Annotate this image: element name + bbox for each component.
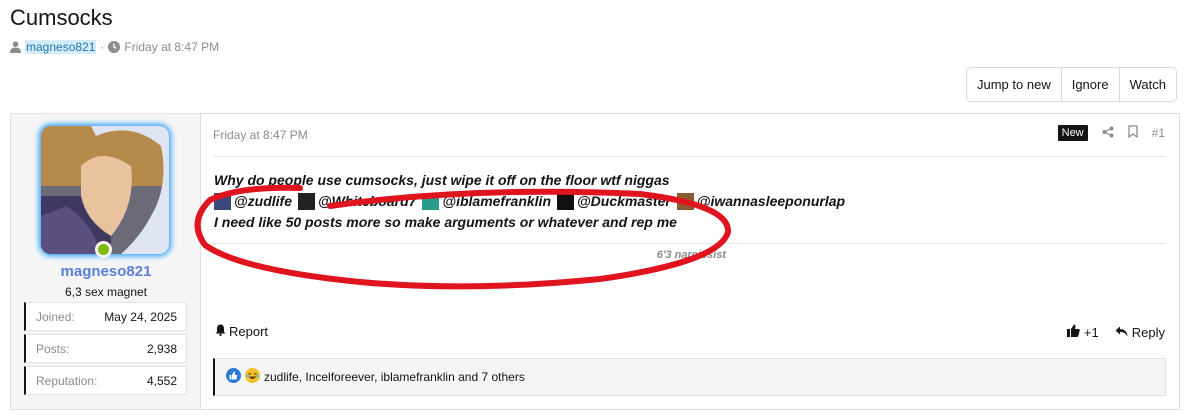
like-reaction-icon <box>226 368 241 386</box>
mention-avatar <box>214 193 231 210</box>
reply-button[interactable]: Reply <box>1115 325 1165 340</box>
stat-posts: Posts: 2,938 <box>24 334 187 363</box>
post-line: I need like 50 posts more so make argume… <box>214 214 677 230</box>
clock-icon <box>108 41 121 53</box>
user-icon <box>10 41 21 53</box>
stat-reputation: Reputation: 4,552 <box>24 366 187 395</box>
mention-avatar <box>676 193 694 210</box>
stat-value: May 24, 2025 <box>104 309 177 324</box>
like-count: +1 <box>1083 324 1099 340</box>
stat-label: Joined: <box>36 309 75 324</box>
like-button[interactable]: +1 <box>1066 324 1099 340</box>
post-line: Why do people use cumsocks, just wipe it… <box>214 172 670 188</box>
header-divider <box>213 156 1165 157</box>
post-footer-actions: +1 Reply <box>1066 324 1165 340</box>
page-title: Cumsocks <box>10 5 113 30</box>
reactions-text[interactable]: zudlife, Incelforeever, iblamefranklin a… <box>264 370 525 384</box>
mentions-line: @zudlife @Whiteboard7 @iblamefranklin @D… <box>214 191 851 212</box>
ignore-button[interactable]: Ignore <box>1060 68 1119 101</box>
thread-button-group: Jump to new Ignore Watch <box>966 67 1177 102</box>
jump-to-new-button[interactable]: Jump to new <box>967 68 1061 101</box>
mention-avatar <box>422 193 440 210</box>
bookmark-icon[interactable] <box>1127 125 1138 141</box>
avatar[interactable] <box>41 126 169 254</box>
post-content: Friday at 8:47 PM New #1 Why do people u… <box>201 114 1179 409</box>
thumbs-up-icon <box>1066 324 1080 340</box>
post-date[interactable]: Friday at 8:47 PM <box>213 128 308 142</box>
mention-whiteboard7[interactable]: @Whiteboard7 <box>297 191 416 212</box>
reply-icon <box>1115 325 1128 340</box>
share-icon[interactable] <box>1102 126 1114 141</box>
new-badge: New <box>1057 125 1088 141</box>
stat-joined: Joined: May 24, 2025 <box>24 302 187 331</box>
post: magneso821 6,3 sex magnet Joined: May 24… <box>10 113 1180 410</box>
mention-zudlife[interactable]: @zudlife <box>214 191 292 212</box>
meta-separator: · <box>100 40 105 54</box>
user-column: magneso821 6,3 sex magnet Joined: May 24… <box>11 114 201 409</box>
mention-avatar <box>557 193 574 210</box>
stat-value: 2,938 <box>146 341 177 356</box>
post-body: Why do people use cumsocks, just wipe it… <box>214 170 851 233</box>
mention-avatar <box>297 193 315 210</box>
bell-icon <box>215 324 226 339</box>
stat-label: Reputation: <box>36 373 98 388</box>
user-title: 6,3 sex magnet <box>64 285 148 299</box>
mention-iwannasleeponurlap[interactable]: @iwannasleeponurlap <box>676 191 845 212</box>
post-number[interactable]: #1 <box>1152 126 1165 140</box>
reactions-bar[interactable]: zudlife, Incelforeever, iblamefranklin a… <box>213 358 1166 396</box>
thread-meta: magneso821 · Friday at 8:47 PM <box>10 40 219 54</box>
signature-divider <box>213 243 1165 244</box>
online-status-dot <box>95 241 112 258</box>
thread-date[interactable]: Friday at 8:47 PM <box>124 40 219 54</box>
mention-iblamefranklin[interactable]: @iblamefranklin <box>422 191 551 212</box>
laugh-reaction-icon <box>245 368 260 386</box>
signature: 6'3 narcissist <box>656 249 726 261</box>
stat-label: Posts: <box>36 341 70 356</box>
stat-value: 4,552 <box>146 373 177 388</box>
post-username[interactable]: magneso821 <box>11 263 201 280</box>
report-button[interactable]: Report <box>215 324 268 339</box>
post-header-actions: New #1 <box>1057 125 1165 141</box>
watch-button[interactable]: Watch <box>1118 68 1176 101</box>
thread-author-link[interactable]: magneso821 <box>25 40 97 54</box>
report-label: Report <box>229 324 269 339</box>
mention-duckmaster[interactable]: @Duckmaster <box>557 191 671 212</box>
reply-label: Reply <box>1131 324 1165 340</box>
